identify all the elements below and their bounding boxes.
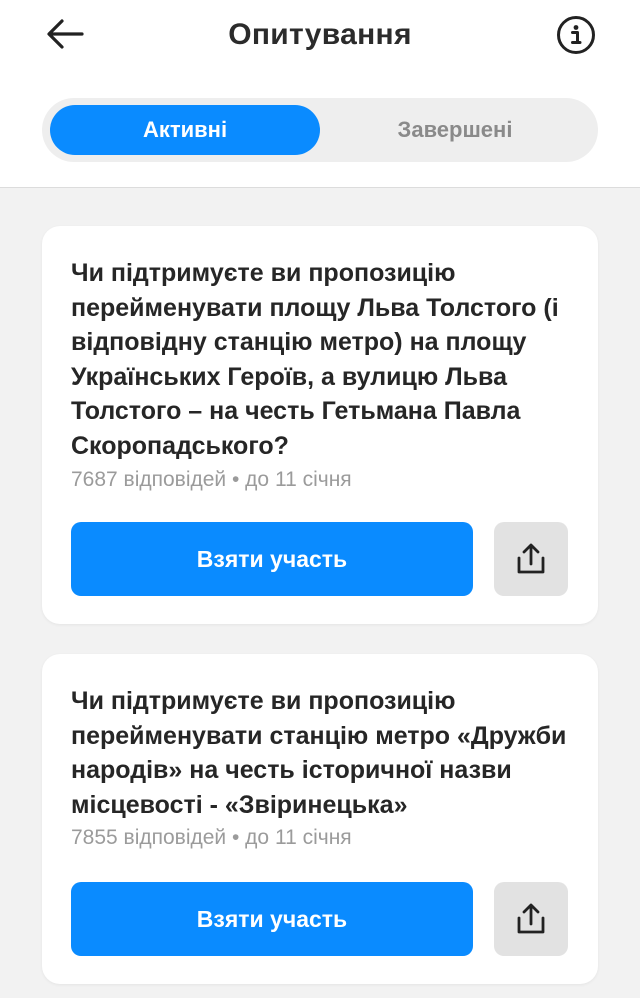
arrow-left-icon — [47, 19, 84, 49]
poll-card: Чи підтримуєте ви пропозицію перейменува… — [42, 226, 598, 624]
tab-completed[interactable]: Завершені — [320, 105, 590, 155]
poll-card: Чи підтримуєте ви пропозицію перейменува… — [42, 654, 598, 984]
participate-button[interactable]: Взяти участь — [71, 882, 473, 956]
back-button[interactable] — [40, 14, 90, 54]
poll-question: Чи підтримуєте ви пропозицію перейменува… — [71, 259, 559, 460]
poll-meta: 7687 відповідей • до 11 січня — [71, 468, 352, 491]
poll-question: Чи підтримуєте ви пропозицію перейменува… — [71, 687, 567, 819]
info-button[interactable] — [554, 13, 598, 57]
participate-button[interactable]: Взяти участь — [71, 522, 473, 596]
info-icon — [557, 16, 595, 54]
share-button[interactable] — [494, 882, 568, 956]
app-header: Опитування Активні Завершені — [0, 0, 640, 188]
poll-meta: 7855 відповідей • до 11 січня — [71, 826, 352, 849]
share-button[interactable] — [494, 522, 568, 596]
share-icon — [517, 903, 545, 934]
tab-active[interactable]: Активні — [50, 105, 320, 155]
tab-switcher: Активні Завершені — [42, 98, 598, 162]
page-title: Опитування — [228, 18, 412, 51]
share-icon — [517, 543, 545, 574]
